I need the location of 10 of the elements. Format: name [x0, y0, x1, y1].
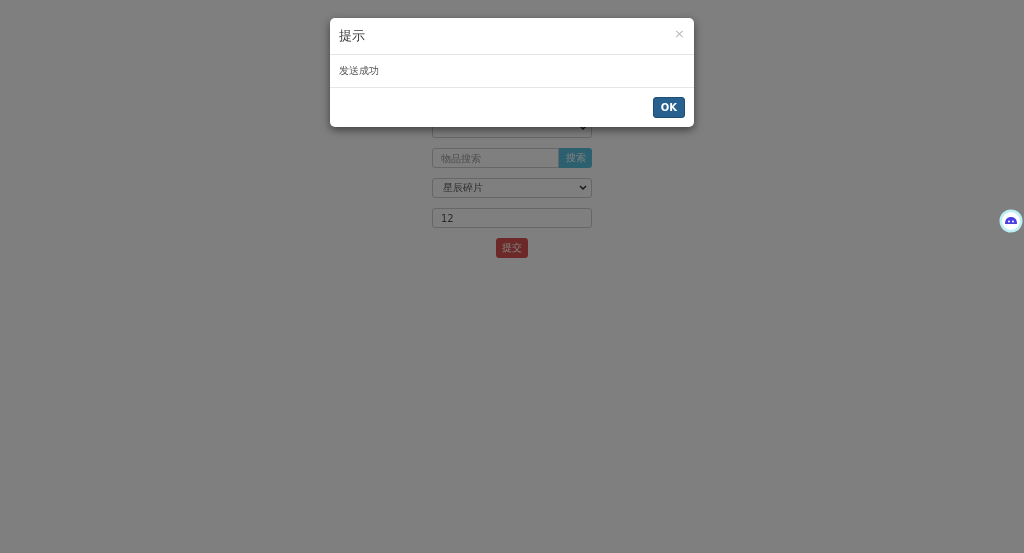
dialog-title: 提示	[339, 27, 365, 45]
close-button[interactable]: ×	[674, 26, 685, 41]
item-select[interactable]: 星辰碎片	[432, 178, 592, 198]
dialog-message: 发送成功	[339, 64, 379, 78]
caret-icon	[579, 125, 587, 131]
submit-button[interactable]: 提交	[496, 238, 528, 258]
quantity-field[interactable]: 12	[432, 208, 592, 228]
robot-icon[interactable]	[999, 209, 1023, 233]
caret-icon	[579, 185, 587, 191]
ok-button[interactable]: OK	[652, 97, 685, 118]
